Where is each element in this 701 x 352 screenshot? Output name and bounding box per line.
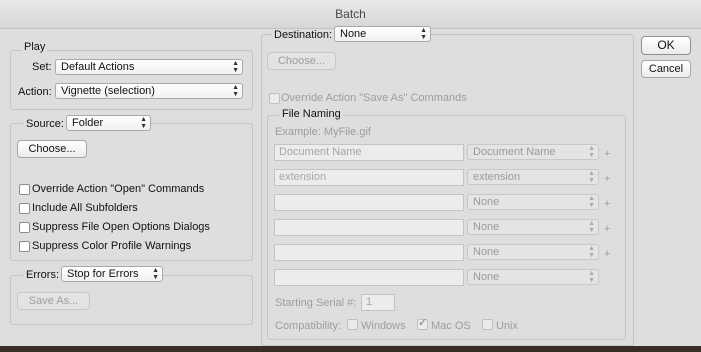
include-subfolders-label: Include All Subfolders xyxy=(32,202,138,214)
compat-macos-checkbox[interactable]: ✓ xyxy=(417,317,428,330)
batch-dialog: Batch Play Set: Default Actions ▲ ▼ Actio… xyxy=(0,0,701,346)
action-select[interactable]: Vignette (selection) ▲ ▼ xyxy=(55,83,243,99)
compat-macos-label: Mac OS xyxy=(431,320,471,332)
title-bar: Batch xyxy=(0,0,701,29)
destination-choose-button[interactable]: Choose... xyxy=(267,52,336,70)
suppress-open-checkbox[interactable] xyxy=(19,222,30,233)
chevron-updown-icon: ▲ ▼ xyxy=(588,220,595,234)
destination-label: Destination: xyxy=(272,29,335,41)
override-open-label: Override Action "Open" Commands xyxy=(32,183,205,195)
errors-save-as-button[interactable]: Save As... xyxy=(17,292,90,310)
suppress-open-label: Suppress File Open Options Dialogs xyxy=(32,221,210,233)
chevron-updown-icon: ▲ ▼ xyxy=(140,116,147,130)
chevron-updown-icon: ▲ ▼ xyxy=(588,245,595,259)
file-naming-example: Example: MyFile.gif xyxy=(275,126,371,138)
file-name-field-4[interactable] xyxy=(274,219,464,236)
file-name-select-1[interactable]: Document Name ▲ ▼ xyxy=(467,144,599,160)
file-name-field-6[interactable] xyxy=(274,269,464,286)
chevron-updown-icon: ▲ ▼ xyxy=(420,27,427,41)
chevron-updown-icon: ▲ ▼ xyxy=(152,267,159,281)
file-name-select-1-value: Document Name xyxy=(473,146,556,158)
chevron-updown-icon: ▲ ▼ xyxy=(588,145,595,159)
file-name-select-2[interactable]: extension ▲ ▼ xyxy=(467,169,599,185)
checkmark-icon: ✓ xyxy=(418,317,428,329)
source-label: Source: xyxy=(24,118,66,130)
destination-select[interactable]: None ▲ ▼ xyxy=(334,26,431,42)
action-label: Action: xyxy=(18,86,52,98)
file-name-field-2[interactable]: extension xyxy=(274,169,464,186)
compat-unix-label: Unix xyxy=(496,320,519,332)
file-name-select-6-value: None xyxy=(473,271,500,283)
chevron-updown-icon: ▲ ▼ xyxy=(588,195,595,209)
add-plus-icon[interactable]: + xyxy=(604,198,610,210)
set-select-value: Default Actions xyxy=(61,61,135,73)
background-strip xyxy=(0,346,701,352)
file-name-select-5-value: None xyxy=(473,246,500,258)
window-title: Batch xyxy=(335,7,366,21)
starting-serial-field[interactable]: 1 xyxy=(361,294,395,311)
compat-windows-label: Windows xyxy=(361,320,406,332)
file-name-select-4[interactable]: None ▲ ▼ xyxy=(467,219,599,235)
ok-button[interactable]: OK xyxy=(641,36,691,55)
cancel-button[interactable]: Cancel xyxy=(641,60,691,78)
include-subfolders-checkbox[interactable] xyxy=(19,203,30,214)
suppress-profile-checkbox[interactable] xyxy=(19,241,30,252)
errors-label: Errors: xyxy=(24,269,61,281)
source-select-value: Folder xyxy=(72,117,104,129)
play-legend: Play xyxy=(22,41,48,53)
set-label: Set: xyxy=(32,61,52,73)
errors-select-value: Stop for Errors xyxy=(67,268,139,280)
set-select[interactable]: Default Actions ▲ ▼ xyxy=(55,59,243,75)
override-save-as-label: Override Action "Save As" Commands xyxy=(281,92,467,104)
starting-serial-label: Starting Serial #: xyxy=(275,297,357,309)
file-name-select-3-value: None xyxy=(473,196,500,208)
compatibility-label: Compatibility: xyxy=(275,320,342,332)
file-name-select-6[interactable]: None ▲ ▼ xyxy=(467,269,599,285)
file-name-select-3[interactable]: None ▲ ▼ xyxy=(467,194,599,210)
errors-select[interactable]: Stop for Errors ▲ ▼ xyxy=(61,266,163,282)
override-save-as-checkbox[interactable] xyxy=(269,93,280,104)
add-plus-icon[interactable]: + xyxy=(604,223,610,235)
file-name-field-1[interactable]: Document Name xyxy=(274,144,464,161)
file-name-select-2-value: extension xyxy=(473,171,521,183)
add-plus-icon[interactable]: + xyxy=(604,148,610,160)
source-select[interactable]: Folder ▲ ▼ xyxy=(66,115,151,131)
compat-unix-checkbox[interactable] xyxy=(482,319,493,330)
file-name-select-5[interactable]: None ▲ ▼ xyxy=(467,244,599,260)
file-name-select-4-value: None xyxy=(473,221,500,233)
file-name-field-5[interactable] xyxy=(274,244,464,261)
action-select-value: Vignette (selection) xyxy=(61,85,155,97)
chevron-updown-icon: ▲ ▼ xyxy=(232,60,239,74)
compat-windows-checkbox[interactable] xyxy=(347,319,358,330)
destination-select-value: None xyxy=(340,28,367,40)
override-open-checkbox[interactable] xyxy=(19,184,30,195)
suppress-profile-label: Suppress Color Profile Warnings xyxy=(32,240,192,252)
add-plus-icon[interactable]: + xyxy=(604,248,610,260)
chevron-updown-icon: ▲ ▼ xyxy=(232,84,239,98)
file-name-field-3[interactable] xyxy=(274,194,464,211)
chevron-updown-icon: ▲ ▼ xyxy=(588,270,595,284)
add-plus-icon[interactable]: + xyxy=(604,173,610,185)
source-choose-button[interactable]: Choose... xyxy=(17,140,87,158)
chevron-updown-icon: ▲ ▼ xyxy=(588,170,595,184)
file-naming-legend: File Naming xyxy=(280,108,343,120)
